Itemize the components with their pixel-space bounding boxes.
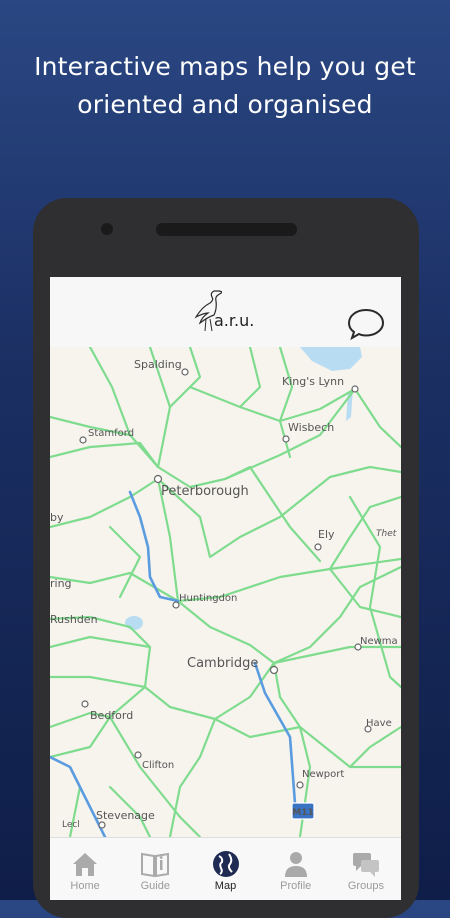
label-haverhill: Have [366, 718, 392, 729]
label-stevenage: Stevenage [96, 809, 155, 822]
tab-profile[interactable]: Profile [261, 838, 331, 900]
marker-wisbech [282, 435, 290, 443]
label-cambridge: Cambridge [187, 656, 258, 671]
label-newmarket: Newma [360, 636, 398, 647]
marker-newport [296, 781, 304, 789]
person-icon [284, 852, 307, 877]
phone-camera [101, 223, 113, 235]
label-huntingdon: Huntingdon [179, 593, 237, 604]
home-icon [73, 853, 98, 876]
marker-cambridge [269, 665, 279, 675]
phone-speaker [156, 223, 297, 236]
label-ring: ring [50, 577, 72, 590]
chat-button[interactable] [347, 307, 385, 341]
marker-clifton [134, 751, 142, 759]
promo-headline-line-2: oriented and organised [77, 90, 373, 119]
tab-groups[interactable]: Groups [331, 838, 401, 900]
label-newport: Newport [302, 769, 344, 780]
book-icon [141, 852, 170, 878]
marker-bedford [81, 700, 89, 708]
marker-ely [314, 543, 322, 551]
marker-stamford [79, 436, 87, 444]
chat-bubbles-icon [352, 853, 379, 877]
marker-spalding [181, 368, 189, 376]
m11-label: M11 [292, 808, 313, 818]
tab-guide-label: Guide [140, 880, 170, 892]
label-bedford: Bedford [90, 709, 133, 722]
label-by: by [50, 511, 64, 524]
label-stamford: Stamford [88, 428, 134, 439]
globe-icon [212, 851, 239, 877]
marker-peterborough [153, 474, 163, 484]
label-spalding: Spalding [134, 358, 182, 371]
promo-headline-line-1: Interactive maps help you get [34, 52, 416, 81]
label-thetford: Thet [376, 529, 397, 539]
tab-home[interactable]: Home [50, 838, 120, 900]
aru-logo: a.r.u. [192, 289, 262, 337]
app-header: a.r.u. [50, 277, 401, 348]
marker-stevenage [98, 821, 106, 829]
label-letchworth: Lecl [62, 820, 80, 830]
tab-groups-label: Groups [347, 880, 384, 892]
map-view[interactable]: Spalding King's Lynn Stamford Wisbech Pe… [50, 345, 401, 839]
speech-bubble-icon [347, 308, 385, 341]
label-rushden: Rushden [50, 613, 98, 626]
grafham-water [125, 616, 143, 630]
label-kings-lynn: King's Lynn [282, 375, 344, 388]
m11-shield: M11 [291, 802, 315, 820]
tab-map[interactable]: Map [190, 838, 260, 900]
label-peterborough: Peterborough [161, 484, 249, 499]
label-wisbech: Wisbech [288, 421, 334, 434]
promo-headline: Interactive maps help you get oriented a… [0, 48, 450, 124]
bottom-tab-bar: Home Guide Map Profile Groups [50, 837, 401, 900]
map-canvas[interactable]: Spalding King's Lynn Stamford Wisbech Pe… [50, 345, 401, 839]
tab-profile-label: Profile [280, 880, 312, 892]
tab-map-label: Map [214, 880, 237, 892]
app-screen: a.r.u. Spalding King's Lynn Stamford Wis… [50, 277, 401, 900]
label-ely: Ely [318, 528, 335, 541]
tab-home-label: Home [70, 880, 100, 892]
logo-text: a.r.u. [214, 311, 255, 330]
label-clifton: Clifton [142, 760, 174, 771]
marker-kings-lynn [351, 385, 359, 393]
tab-guide[interactable]: Guide [120, 838, 190, 900]
